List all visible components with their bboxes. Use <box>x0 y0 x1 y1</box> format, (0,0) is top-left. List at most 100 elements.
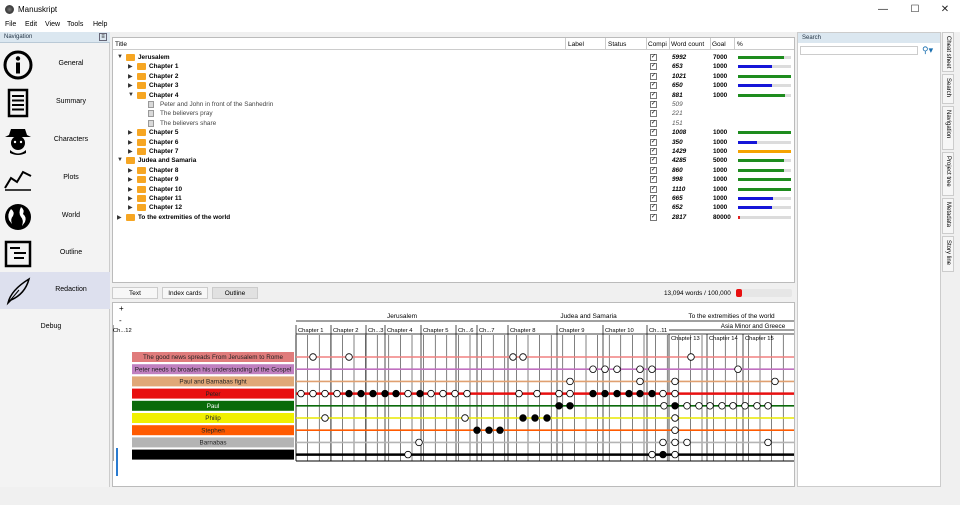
outline-row[interactable]: ▼ Judea and Samaria ✓ 4285 5000 <box>113 156 794 165</box>
compile-checkbox[interactable]: ✓ <box>650 148 657 155</box>
expand-arrow-icon[interactable]: ▶ <box>128 73 133 80</box>
side-tab-story-line[interactable]: Story line <box>942 236 954 272</box>
nav-item-characters[interactable]: Characters <box>0 122 110 159</box>
side-tab-navigation[interactable]: Navigation <box>942 106 954 150</box>
compile-checkbox[interactable]: ✓ <box>650 91 657 99</box>
expand-arrow-icon[interactable]: ▶ <box>128 63 133 70</box>
plot-scene-marker <box>297 389 305 398</box>
outline-row[interactable]: ▶ Chapter 8 ✓ 860 1000 <box>113 166 794 175</box>
minimize-button[interactable]: — <box>868 2 898 18</box>
compile-checkbox[interactable]: ✓ <box>650 157 657 165</box>
expand-arrow-icon[interactable]: ▶ <box>128 148 133 155</box>
compile-checkbox[interactable]: ✓ <box>650 63 657 71</box>
compile-checkbox[interactable]: ✓ <box>650 72 657 80</box>
collapse-arrow-icon[interactable]: ▼ <box>128 92 134 98</box>
col-percent[interactable]: % <box>737 41 743 48</box>
collapse-arrow-icon[interactable]: ▼ <box>117 157 123 163</box>
storyline-chart[interactable]: Jerusalem Judea and Samaria To the extremi… <box>112 303 794 486</box>
progress-fill <box>738 56 784 59</box>
menu-edit[interactable]: Edit <box>25 21 37 28</box>
outline-row[interactable]: ▼ Jerusalem ✓ 5992 7000 <box>113 53 794 62</box>
outline-row[interactable]: ▶ Chapter 12 ✓ 652 1000 <box>113 203 794 212</box>
outline-row[interactable]: ▶ Chapter 10 ✓ 1110 1000 <box>113 185 794 194</box>
zoom-out-button[interactable]: - <box>119 316 122 325</box>
outline-row[interactable]: ▶ Chapter 7 ✓ 1429 1000 <box>113 147 794 156</box>
col-word-count[interactable]: Word count <box>671 41 704 48</box>
compile-checkbox[interactable]: ✓ <box>650 54 657 61</box>
expand-arrow-icon[interactable]: ▶ <box>117 214 122 221</box>
compile-checkbox[interactable]: ✓ <box>650 110 657 118</box>
part-label: To the extremities of the world <box>688 313 775 320</box>
panel-close-icon[interactable]: ≡ <box>99 33 107 41</box>
nav-item-general[interactable]: General <box>0 46 110 83</box>
compile-checkbox[interactable]: ✓ <box>650 185 657 193</box>
nav-item-world[interactable]: World <box>0 198 110 235</box>
compile-checkbox[interactable]: ✓ <box>650 129 657 137</box>
maximize-button[interactable]: ☐ <box>900 2 930 18</box>
col-goal[interactable]: Goal <box>712 41 726 48</box>
outline-row[interactable]: ▶ Chapter 11 ✓ 665 1000 <box>113 194 794 203</box>
expand-arrow-icon[interactable]: ▶ <box>128 204 133 211</box>
nav-item-outline[interactable]: Outline <box>0 235 110 272</box>
search-input[interactable] <box>800 46 918 55</box>
folder-icon <box>126 54 135 61</box>
collapse-arrow-icon[interactable]: ▼ <box>117 54 123 60</box>
tab-text[interactable]: Text <box>112 287 158 299</box>
side-tab-search[interactable]: Search <box>942 74 954 104</box>
nav-item-debug[interactable]: Debug <box>0 311 110 348</box>
side-tab-metadata[interactable]: Metadata <box>942 198 954 234</box>
outline-row[interactable]: ▼ Chapter 4 ✓ 881 1000 <box>113 91 794 100</box>
compile-checkbox[interactable]: ✓ <box>650 204 657 212</box>
expand-arrow-icon[interactable]: ▶ <box>128 186 133 193</box>
plot-scene-marker <box>345 353 353 361</box>
tab-index-cards[interactable]: Index cards <box>162 287 208 299</box>
expand-arrow-icon[interactable]: ▶ <box>128 195 133 202</box>
nav-item-summary[interactable]: Summary <box>0 84 110 121</box>
menu-file[interactable]: File <box>5 21 16 28</box>
storyline-view: Jerusalem Judea and Samaria To the extremi… <box>112 302 795 487</box>
col-status[interactable]: Status <box>608 41 626 48</box>
side-tab-label: Navigation <box>945 110 951 139</box>
outline-row[interactable]: ▶ To the extremities of the world ✓ 2817 800… <box>113 213 794 222</box>
nav-item-plots[interactable]: Plots <box>0 160 110 197</box>
tab-outline[interactable]: Outline <box>212 287 258 299</box>
expand-arrow-icon[interactable]: ▶ <box>128 167 133 174</box>
compile-checkbox[interactable]: ✓ <box>650 176 657 184</box>
outline-row[interactable]: ▶ Chapter 9 ✓ 998 1000 <box>113 175 794 184</box>
expand-arrow-icon[interactable]: ▶ <box>128 129 133 136</box>
side-tab-project-tree[interactable]: Project tree <box>942 152 954 196</box>
menu-view[interactable]: View <box>45 21 60 28</box>
compile-checkbox[interactable]: ✓ <box>650 138 657 146</box>
outline-row[interactable]: ▶ Chapter 1 ✓ 653 1000 <box>113 62 794 71</box>
expand-arrow-icon[interactable]: ▶ <box>128 139 133 146</box>
outline-row[interactable]: ▶ Chapter 6 ✓ 350 1000 <box>113 138 794 147</box>
compile-checkbox[interactable]: ✓ <box>650 213 657 221</box>
search-icon[interactable]: ⚲▾ <box>922 45 936 55</box>
col-compile[interactable]: Compi <box>648 41 667 48</box>
compile-checkbox[interactable]: ✓ <box>650 82 657 90</box>
close-button[interactable]: ✕ <box>930 2 960 18</box>
zoom-in-button[interactable]: + <box>119 304 124 313</box>
nav-item-redaction[interactable]: Redaction <box>0 272 110 309</box>
expand-arrow-icon[interactable]: ▶ <box>128 176 133 183</box>
menu-tools[interactable]: Tools <box>67 21 83 28</box>
compile-checkbox[interactable]: ✓ <box>650 101 657 108</box>
plot-scene-marker <box>613 365 621 373</box>
compile-checkbox[interactable]: ✓ <box>650 195 657 202</box>
progress-fill <box>738 159 784 163</box>
row-title: Chapter 10 <box>149 185 183 193</box>
expand-arrow-icon[interactable]: ▶ <box>128 82 133 89</box>
menu-help[interactable]: Help <box>93 21 107 28</box>
outline-row[interactable]: ▶ Chapter 2 ✓ 1021 1000 <box>113 72 794 81</box>
outline-row[interactable]: ▶ Chapter 5 ✓ 1008 1000 <box>113 128 794 137</box>
outline-row[interactable]: Peter and John in front of the Sanhedrin… <box>113 100 794 109</box>
side-tab-cheat-sheet[interactable]: Cheat sheet <box>942 32 954 72</box>
chapter-label: Ch...6 <box>458 328 473 334</box>
compile-checkbox[interactable]: ✓ <box>650 166 657 174</box>
compile-checkbox[interactable]: ✓ <box>650 119 657 127</box>
outline-row[interactable]: ▶ Chapter 3 ✓ 650 1000 <box>113 81 794 90</box>
outline-row[interactable]: The believers pray ✓ 221 <box>113 109 794 118</box>
col-title[interactable]: Title <box>115 41 127 48</box>
col-label[interactable]: Label <box>568 41 584 48</box>
outline-row[interactable]: The believers share ✓ 151 <box>113 119 794 128</box>
